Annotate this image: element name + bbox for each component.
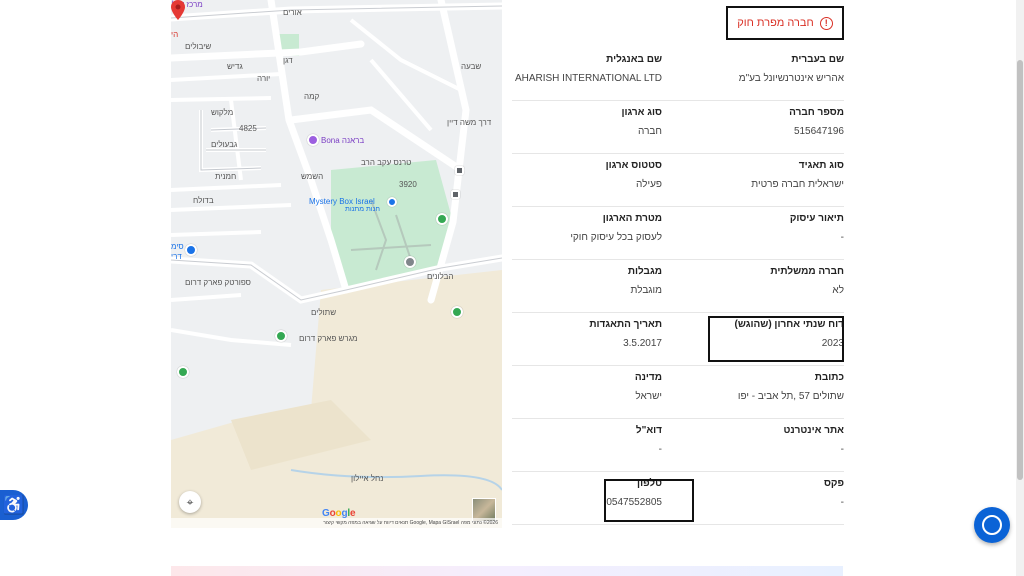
alert-circle-icon: ! (819, 16, 833, 30)
field-value: 515647196 (793, 126, 844, 137)
field-label: כתובת (814, 372, 844, 383)
park-tree-icon[interactable] (177, 366, 189, 378)
details-row: תיאור עיסוק - מטרת הארגון לעסוק בכל עיסוק … (512, 207, 844, 260)
field-label: מדינה (634, 372, 662, 383)
poi-label: הי (171, 30, 179, 39)
field-label: אתר אינטרנט (783, 425, 844, 436)
street-label: גדיש (227, 62, 243, 71)
field-label: מספר חברה (789, 107, 844, 118)
street-label: הבלונים (427, 272, 454, 281)
details-row: כתובת שתולים 57 ,תל אביב - יפו מדינה ישראל (512, 366, 844, 419)
street-label: שיבולים (185, 42, 212, 51)
field-label: חברה ממשלתית (770, 266, 844, 277)
street-label: חמנית (215, 172, 237, 181)
street-label: קמה (304, 92, 320, 101)
annual-report-highlight (708, 316, 844, 362)
poi-label: סימ (171, 242, 184, 251)
poi-mystery-box-icon[interactable] (387, 197, 397, 207)
street-label: בדולח (193, 196, 214, 205)
map[interactable]: אורים שיבולים גדיש יורה קמה מלקוש 4825 ג… (171, 0, 502, 528)
field-value: לעסוק בכל עיסוק חוקי (570, 232, 662, 243)
street-label: שתולים (311, 308, 337, 317)
street-label: טרנס עקב הרב (361, 158, 412, 167)
bus-stop-icon[interactable] (455, 166, 464, 175)
field-label: סוג ארגון (621, 107, 662, 118)
street-label: השמש (301, 172, 324, 181)
field-label: מטרת הארגון (602, 213, 662, 224)
park-tree-icon[interactable] (451, 306, 463, 318)
street-label: 4825 (239, 124, 257, 133)
details-row: אתר אינטרנט - דוא"ל - (512, 419, 844, 472)
accessibility-icon[interactable]: ♿ (0, 490, 28, 520)
map-roads (171, 0, 502, 528)
street-label: מלקוש (211, 108, 234, 117)
next-section-strip (171, 566, 843, 576)
street-label: 3920 (399, 180, 417, 189)
field-value: ישראלית חברה פרטית (751, 179, 844, 190)
field-value: - (840, 444, 844, 455)
field-label: שם באנגלית (606, 54, 662, 65)
poi-bona-label[interactable]: Bona בראנה (321, 136, 364, 145)
street-label: מגרש פארק דרום (299, 334, 358, 343)
poi-label: דרי (171, 252, 182, 261)
street-label: ספורטק פארק דרום (185, 278, 251, 287)
map-footer[interactable]: 2026© נתוני מפה Google, Mapa GISrael תנא… (171, 518, 502, 528)
field-label: תאריך התאגדות (589, 319, 662, 330)
field-value: מוגבלת (630, 285, 662, 296)
park-tree-icon[interactable] (275, 330, 287, 342)
scrollbar-thumb[interactable] (1017, 60, 1023, 480)
field-label: סוג תאגיד (798, 160, 844, 171)
status-badge-label: חברה מפרת חוק (737, 17, 814, 29)
recenter-icon[interactable]: ⌖ (179, 491, 201, 513)
field-value: חברה (638, 126, 662, 137)
field-value: ישראל (635, 391, 662, 402)
street-label: אורים (283, 8, 302, 17)
poi-bona-icon[interactable] (307, 134, 319, 146)
poi-mystery-box-sublabel: חנות מתנות (345, 206, 380, 213)
bus-stop-icon[interactable] (451, 190, 460, 199)
park-star-icon[interactable] (436, 213, 448, 225)
poi-blue-icon[interactable] (185, 244, 197, 256)
field-value: שתולים 57 ,תל אביב - יפו (737, 391, 844, 402)
field-label: סטטוס ארגון (605, 160, 662, 171)
street-label: שבעה (461, 62, 482, 71)
phone-highlight (604, 479, 694, 522)
field-value: AHARISH INTERNATIONAL LTD (514, 73, 662, 84)
street-label: דרך משה דיין (447, 118, 492, 127)
field-label: דוא"ל (635, 425, 662, 436)
field-value: - (840, 232, 844, 243)
details-row: סוג תאגיד ישראלית חברה פרטית סטטוס ארגון פ… (512, 154, 844, 207)
field-value: - (658, 444, 662, 455)
map-pin-icon[interactable] (171, 0, 185, 20)
poi-mystery-box-label[interactable]: Mystery Box Israel (309, 197, 375, 206)
field-value: אהריש אינטרנשיונל בע"מ (738, 73, 844, 84)
street-label: יורה (257, 74, 271, 83)
field-label: פקס (823, 478, 844, 489)
details-row: מספר חברה 515647196 סוג ארגון חברה (512, 101, 844, 154)
details-row: חברה ממשלתית לא מגבלות מוגבלת (512, 260, 844, 313)
field-value: פעילה (636, 179, 662, 190)
field-value: לא (832, 285, 844, 296)
poi-grey-icon[interactable] (404, 256, 416, 268)
page: אורים שיבולים גדיש יורה קמה מלקוש 4825 ג… (0, 0, 1024, 576)
field-value: 3.5.2017 (623, 338, 662, 349)
field-value: - (840, 497, 844, 508)
status-badge: ! חברה מפרת חוק (726, 6, 844, 40)
scrollbar[interactable] (1016, 0, 1024, 576)
chat-icon[interactable] (974, 507, 1010, 543)
field-label: תיאור עיסוק (789, 213, 844, 224)
field-label: שם בעברית (791, 54, 844, 65)
street-label: גבעולים (211, 140, 238, 149)
details-row: שם בעברית אהריש אינטרנשיונל בע"מ שם באנגל… (512, 48, 844, 101)
street-label: נחל איילון (351, 474, 384, 483)
field-label: מגבלות (627, 266, 662, 277)
street-label: דגן (283, 56, 293, 65)
company-details: ! חברה מפרת חוק שם בעברית אהריש אינטרנשיו… (512, 0, 844, 528)
